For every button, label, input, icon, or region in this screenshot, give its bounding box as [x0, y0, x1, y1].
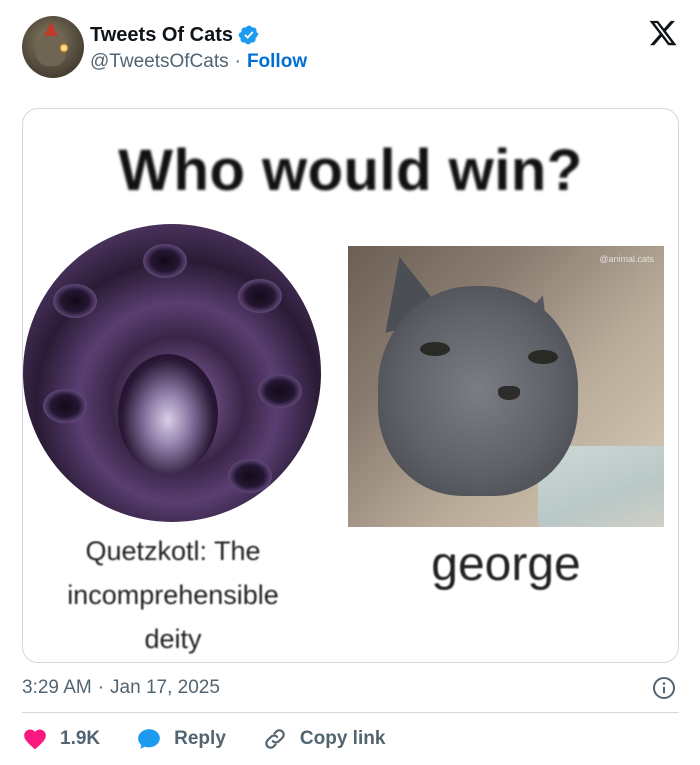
embedded-tweet: Tweets Of Cats @TweetsOfCats · Follow Wh… — [0, 0, 700, 765]
deity-eye — [143, 244, 187, 278]
follow-button[interactable]: Follow — [247, 51, 307, 73]
deity-eye — [228, 459, 272, 493]
like-button[interactable]: 1.9K — [22, 726, 100, 752]
deity-eye — [53, 284, 97, 318]
avatar[interactable] — [22, 16, 84, 78]
deity-eye — [238, 279, 282, 313]
tweet-date: Jan 17, 2025 — [110, 677, 220, 698]
deity-mouth — [118, 354, 218, 474]
tweet-media-image[interactable]: Who would win? Quetzkotl: The incomprehe… — [22, 108, 679, 663]
deity-caption: Quetzkotl: The incomprehensible deity — [67, 536, 279, 654]
reply-bubble-icon — [138, 729, 160, 749]
tweet-timestamp[interactable]: 3:29 AM · Jan 17, 2025 — [22, 674, 220, 702]
info-icon[interactable] — [652, 676, 676, 700]
copy-link-button[interactable]: Copy link — [262, 726, 386, 752]
copy-link-label: Copy link — [299, 728, 386, 749]
cat-nose — [498, 386, 520, 400]
tweet-header: Tweets Of Cats @TweetsOfCats · Follow — [22, 16, 682, 80]
cat-photo: @animal.cats — [348, 246, 664, 527]
avatar-party-hat — [44, 22, 58, 36]
photo-watermark: @animal.cats — [599, 254, 654, 264]
cat-eye-left — [420, 342, 450, 356]
cat-caption: george — [431, 538, 581, 591]
x-logo-icon[interactable] — [648, 18, 678, 48]
cat-head — [378, 286, 578, 496]
like-count: 1.9K — [60, 728, 101, 749]
account-name[interactable]: Tweets Of Cats — [90, 24, 233, 47]
link-icon — [265, 729, 285, 749]
name-row: Tweets Of Cats — [90, 22, 260, 48]
tweet-actions: 1.9K Reply Copy link — [22, 722, 421, 756]
deity-illustration — [23, 224, 321, 522]
reply-button[interactable]: Reply — [136, 726, 226, 752]
meme-title: Who would win? — [118, 138, 583, 203]
tweet-time: 3:29 AM — [22, 677, 92, 698]
divider — [22, 712, 679, 713]
avatar-candle — [60, 44, 68, 52]
reply-label: Reply — [174, 728, 226, 749]
deity-eye — [43, 389, 87, 423]
timestamp-separator: · — [97, 677, 105, 698]
account-handle[interactable]: @TweetsOfCats — [90, 51, 229, 73]
handle-row: @TweetsOfCats · Follow — [90, 50, 307, 74]
handle-separator: · — [234, 51, 241, 72]
deity-eye — [258, 374, 302, 408]
verified-badge-icon — [238, 24, 260, 46]
heart-icon — [24, 729, 46, 750]
cat-eye-right — [528, 350, 558, 364]
